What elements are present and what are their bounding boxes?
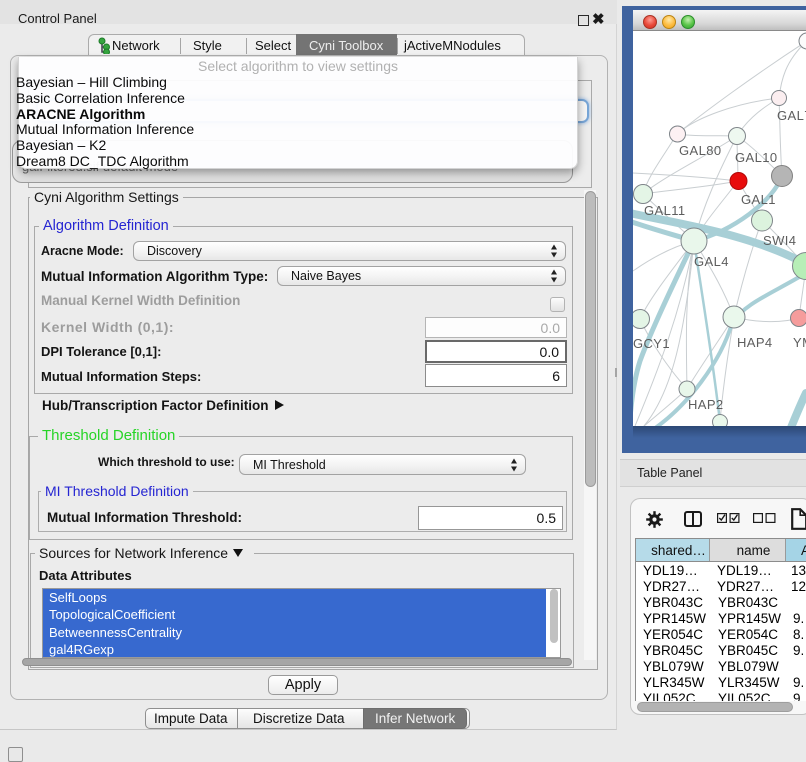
svg-text:HAP2: HAP2 [688, 397, 724, 412]
svg-text:GAL4: GAL4 [694, 254, 729, 269]
svg-text:YM: YM [793, 335, 806, 350]
svg-text:HAP4: HAP4 [737, 335, 773, 350]
svg-text:GAL10: GAL10 [735, 150, 777, 165]
svg-text:SWI4: SWI4 [763, 233, 796, 248]
svg-text:GAL1: GAL1 [741, 192, 776, 207]
svg-text:GCY1: GCY1 [633, 336, 670, 351]
svg-text:GAL7: GAL7 [777, 108, 806, 123]
svg-text:GAL11: GAL11 [644, 203, 686, 218]
svg-text:GAL80: GAL80 [679, 143, 721, 158]
